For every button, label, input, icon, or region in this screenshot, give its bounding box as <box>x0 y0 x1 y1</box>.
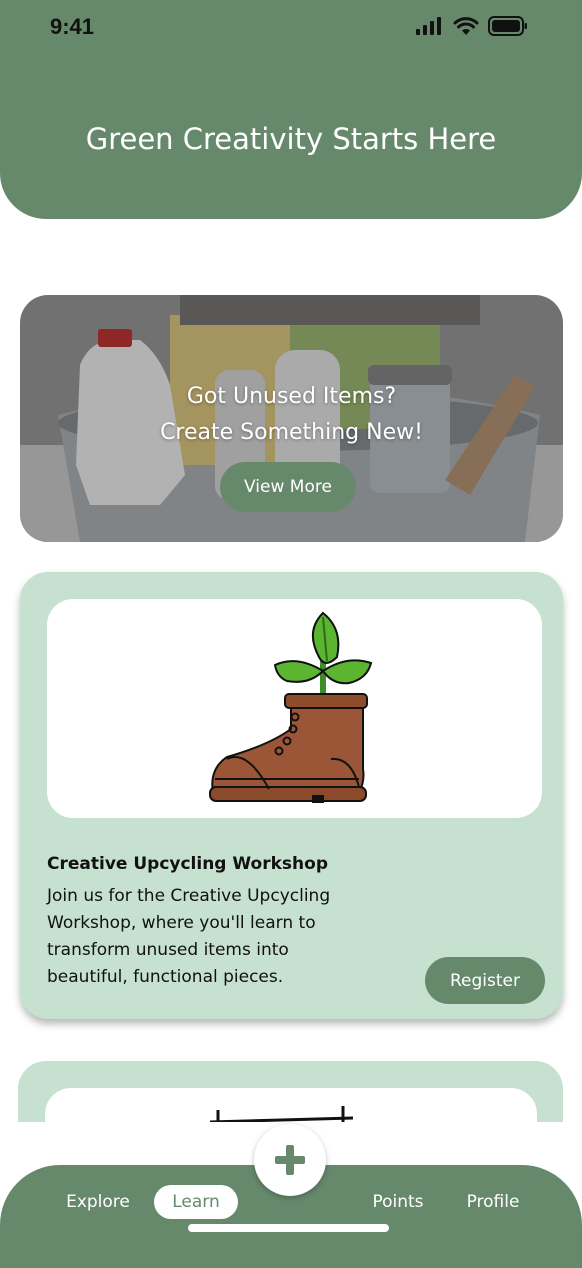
add-button[interactable] <box>254 1124 326 1196</box>
page-title: Green Creativity Starts Here <box>85 122 497 156</box>
event-card[interactable]: Creative Upcycling Workshop Join us for … <box>20 572 563 1019</box>
status-time: 9:41 <box>50 14 95 39</box>
event-title: Creative Upcycling Workshop <box>47 854 328 874</box>
view-more-button[interactable]: View More <box>220 462 356 512</box>
nav-item-learn[interactable]: Learn <box>154 1185 238 1219</box>
signal-icon <box>416 17 441 35</box>
wifi-icon <box>453 16 479 35</box>
promo-text: Got Unused Items? Create Something New! <box>20 379 563 451</box>
plus-icon <box>275 1145 305 1175</box>
promo-line-2: Create Something New! <box>160 420 423 445</box>
boot-plant-icon <box>209 611 373 803</box>
header: 9:41 Green Creativity Starts Here <box>0 0 582 219</box>
status-icons <box>416 16 528 36</box>
nav-item-explore[interactable]: Explore <box>60 1185 136 1219</box>
battery-icon <box>488 16 527 36</box>
register-button[interactable]: Register <box>425 957 545 1004</box>
promo-line-1: Got Unused Items? <box>186 384 397 409</box>
nav-item-points[interactable]: Points <box>362 1185 434 1219</box>
nav-item-profile[interactable]: Profile <box>458 1185 528 1219</box>
promo-banner[interactable]: Got Unused Items? Create Something New! … <box>20 295 563 542</box>
home-indicator <box>188 1224 389 1232</box>
event-description: Join us for the Creative Upcycling Works… <box>47 886 331 987</box>
event-image <box>47 599 542 818</box>
